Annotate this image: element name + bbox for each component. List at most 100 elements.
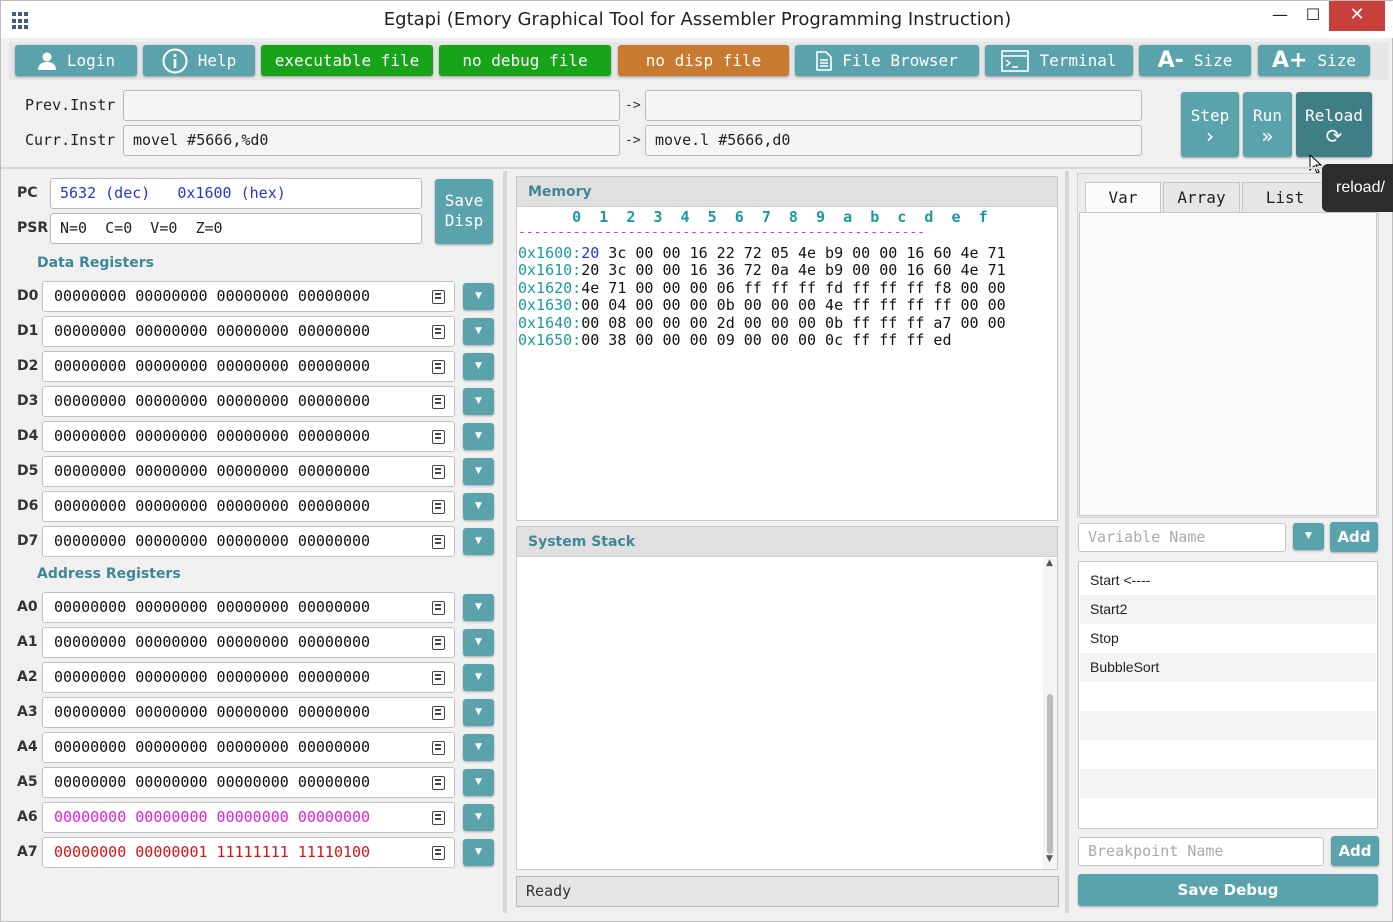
disp-file-status[interactable]: no disp file: [618, 45, 789, 76]
register-field-d2[interactable]: 00000000 00000000 00000000 00000000: [42, 351, 455, 382]
variable-name-input[interactable]: Variable Name: [1078, 523, 1286, 552]
scroll-down-icon[interactable]: ▼: [1046, 854, 1053, 864]
calculator-icon[interactable]: [432, 741, 445, 755]
close-button[interactable]: ✕: [1329, 1, 1385, 31]
calculator-icon[interactable]: [432, 671, 445, 685]
register-format-dropdown[interactable]: ▼: [463, 699, 494, 726]
list-item[interactable]: [1080, 798, 1376, 827]
calculator-icon[interactable]: [432, 535, 445, 549]
register-value: 00000000 00000000 00000000 00000000: [54, 427, 371, 445]
memory-bytes: 71 00 00 00 06 ff ff ff fd ff ff ff f8 0…: [599, 278, 1006, 297]
calculator-icon[interactable]: [432, 360, 445, 374]
register-format-dropdown[interactable]: ▼: [463, 493, 494, 520]
reload-button[interactable]: Reload ⟳: [1296, 92, 1372, 157]
register-field-a2[interactable]: 00000000 00000000 00000000 00000000: [42, 662, 455, 693]
register-format-dropdown[interactable]: ▼: [463, 388, 494, 415]
save-debug-button[interactable]: Save Debug: [1078, 874, 1378, 906]
font-size-decrease-button[interactable]: A- Size: [1139, 45, 1251, 76]
register-field-d1[interactable]: 00000000 00000000 00000000 00000000: [42, 316, 455, 347]
calculator-icon[interactable]: [432, 846, 445, 860]
register-field-d3[interactable]: 00000000 00000000 00000000 00000000: [42, 386, 455, 417]
register-format-dropdown[interactable]: ▼: [463, 629, 494, 656]
register-format-dropdown[interactable]: ▼: [463, 353, 494, 380]
step-button[interactable]: Step ›: [1181, 92, 1239, 157]
minimize-button[interactable]: —: [1263, 1, 1297, 31]
curr-instr-dest-field[interactable]: move.l #5666,d0: [645, 125, 1142, 156]
calculator-icon[interactable]: [432, 290, 445, 304]
scrollbar-thumb[interactable]: [1047, 694, 1053, 854]
help-button[interactable]: Help: [143, 45, 255, 76]
register-format-dropdown[interactable]: ▼: [463, 804, 494, 831]
calculator-icon[interactable]: [432, 430, 445, 444]
register-field-d4[interactable]: 00000000 00000000 00000000 00000000: [42, 421, 455, 452]
register-field-d6[interactable]: 00000000 00000000 00000000 00000000: [42, 491, 455, 522]
right-splitter[interactable]: [1065, 171, 1069, 913]
register-format-dropdown[interactable]: ▼: [463, 318, 494, 345]
register-name-d4: D4: [17, 428, 39, 444]
calculator-icon[interactable]: [432, 395, 445, 409]
register-field-a4[interactable]: 00000000 00000000 00000000 00000000: [42, 732, 455, 763]
register-name-a6: A6: [17, 809, 38, 825]
register-field-a0[interactable]: 00000000 00000000 00000000 00000000: [42, 592, 455, 623]
list-item[interactable]: BubbleSort: [1080, 653, 1376, 682]
calculator-icon[interactable]: [432, 325, 445, 339]
tab-list[interactable]: List: [1242, 182, 1328, 212]
stack-scrollbar[interactable]: ▲ ▼: [1043, 558, 1057, 869]
left-splitter[interactable]: [503, 171, 507, 913]
file-browser-button[interactable]: File Browser: [795, 45, 979, 76]
calculator-icon[interactable]: [432, 500, 445, 514]
prev-instr-dest-field[interactable]: [645, 90, 1142, 121]
register-format-dropdown[interactable]: ▼: [463, 594, 494, 621]
run-button[interactable]: Run »: [1243, 92, 1292, 157]
register-field-a5[interactable]: 00000000 00000000 00000000 00000000: [42, 767, 455, 798]
register-field-a7[interactable]: 00000000 00000001 11111111 11110100: [42, 837, 455, 868]
register-format-dropdown[interactable]: ▼: [463, 734, 494, 761]
register-name-a5: A5: [17, 774, 38, 790]
register-format-dropdown[interactable]: ▼: [463, 839, 494, 866]
memory-bytes: 08 00 00 00 2d 00 00 00 0b ff ff ff a7 0…: [599, 313, 1006, 332]
prev-instr-label: Prev.Instr: [25, 96, 116, 114]
tab-array[interactable]: Array: [1163, 182, 1240, 212]
calculator-icon[interactable]: [432, 706, 445, 720]
register-format-dropdown[interactable]: ▼: [463, 458, 494, 485]
register-format-dropdown[interactable]: ▼: [463, 423, 494, 450]
register-format-dropdown[interactable]: ▼: [463, 283, 494, 310]
terminal-button[interactable]: Terminal: [985, 45, 1133, 76]
tab-var[interactable]: Var: [1085, 182, 1161, 212]
curr-instr-source-field[interactable]: movel #5666,%d0: [123, 125, 620, 156]
list-item[interactable]: [1080, 740, 1376, 769]
breakpoint-name-input[interactable]: Breakpoint Name: [1078, 837, 1324, 866]
list-item[interactable]: Stop: [1080, 624, 1376, 653]
register-field-a6[interactable]: 00000000 00000000 00000000 00000000: [42, 802, 455, 833]
login-button[interactable]: Login: [15, 45, 137, 76]
font-size-increase-button[interactable]: A+ Size: [1258, 45, 1370, 76]
help-label: Help: [197, 51, 237, 70]
register-field-d5[interactable]: 00000000 00000000 00000000 00000000: [42, 456, 455, 487]
save-disp-button[interactable]: Save Disp: [435, 179, 493, 244]
scroll-up-icon[interactable]: ▲: [1046, 558, 1053, 568]
register-format-dropdown[interactable]: ▼: [463, 664, 494, 691]
list-item[interactable]: [1080, 769, 1376, 798]
add-breakpoint-button[interactable]: Add: [1331, 836, 1379, 866]
calculator-icon[interactable]: [432, 776, 445, 790]
calculator-icon[interactable]: [432, 811, 445, 825]
register-field-a3[interactable]: 00000000 00000000 00000000 00000000: [42, 697, 455, 728]
maximize-button[interactable]: ☐: [1297, 1, 1329, 31]
debug-file-status[interactable]: no debug file: [439, 45, 611, 76]
executable-file-status[interactable]: executable file: [261, 45, 433, 76]
list-item[interactable]: [1080, 682, 1376, 711]
calculator-icon[interactable]: [432, 601, 445, 615]
add-variable-button[interactable]: Add: [1330, 522, 1378, 552]
list-item[interactable]: Start <----: [1080, 566, 1376, 595]
variable-type-dropdown[interactable]: ▼: [1293, 523, 1324, 550]
prev-instr-source-field[interactable]: [123, 90, 620, 121]
register-field-d7[interactable]: 00000000 00000000 00000000 00000000: [42, 526, 455, 557]
register-format-dropdown[interactable]: ▼: [463, 769, 494, 796]
list-item[interactable]: [1080, 711, 1376, 740]
calculator-icon[interactable]: [432, 465, 445, 479]
register-format-dropdown[interactable]: ▼: [463, 528, 494, 555]
list-item[interactable]: Start2: [1080, 595, 1376, 624]
calculator-icon[interactable]: [432, 636, 445, 650]
register-field-d0[interactable]: 00000000 00000000 00000000 00000000: [42, 281, 455, 312]
register-field-a1[interactable]: 00000000 00000000 00000000 00000000: [42, 627, 455, 658]
